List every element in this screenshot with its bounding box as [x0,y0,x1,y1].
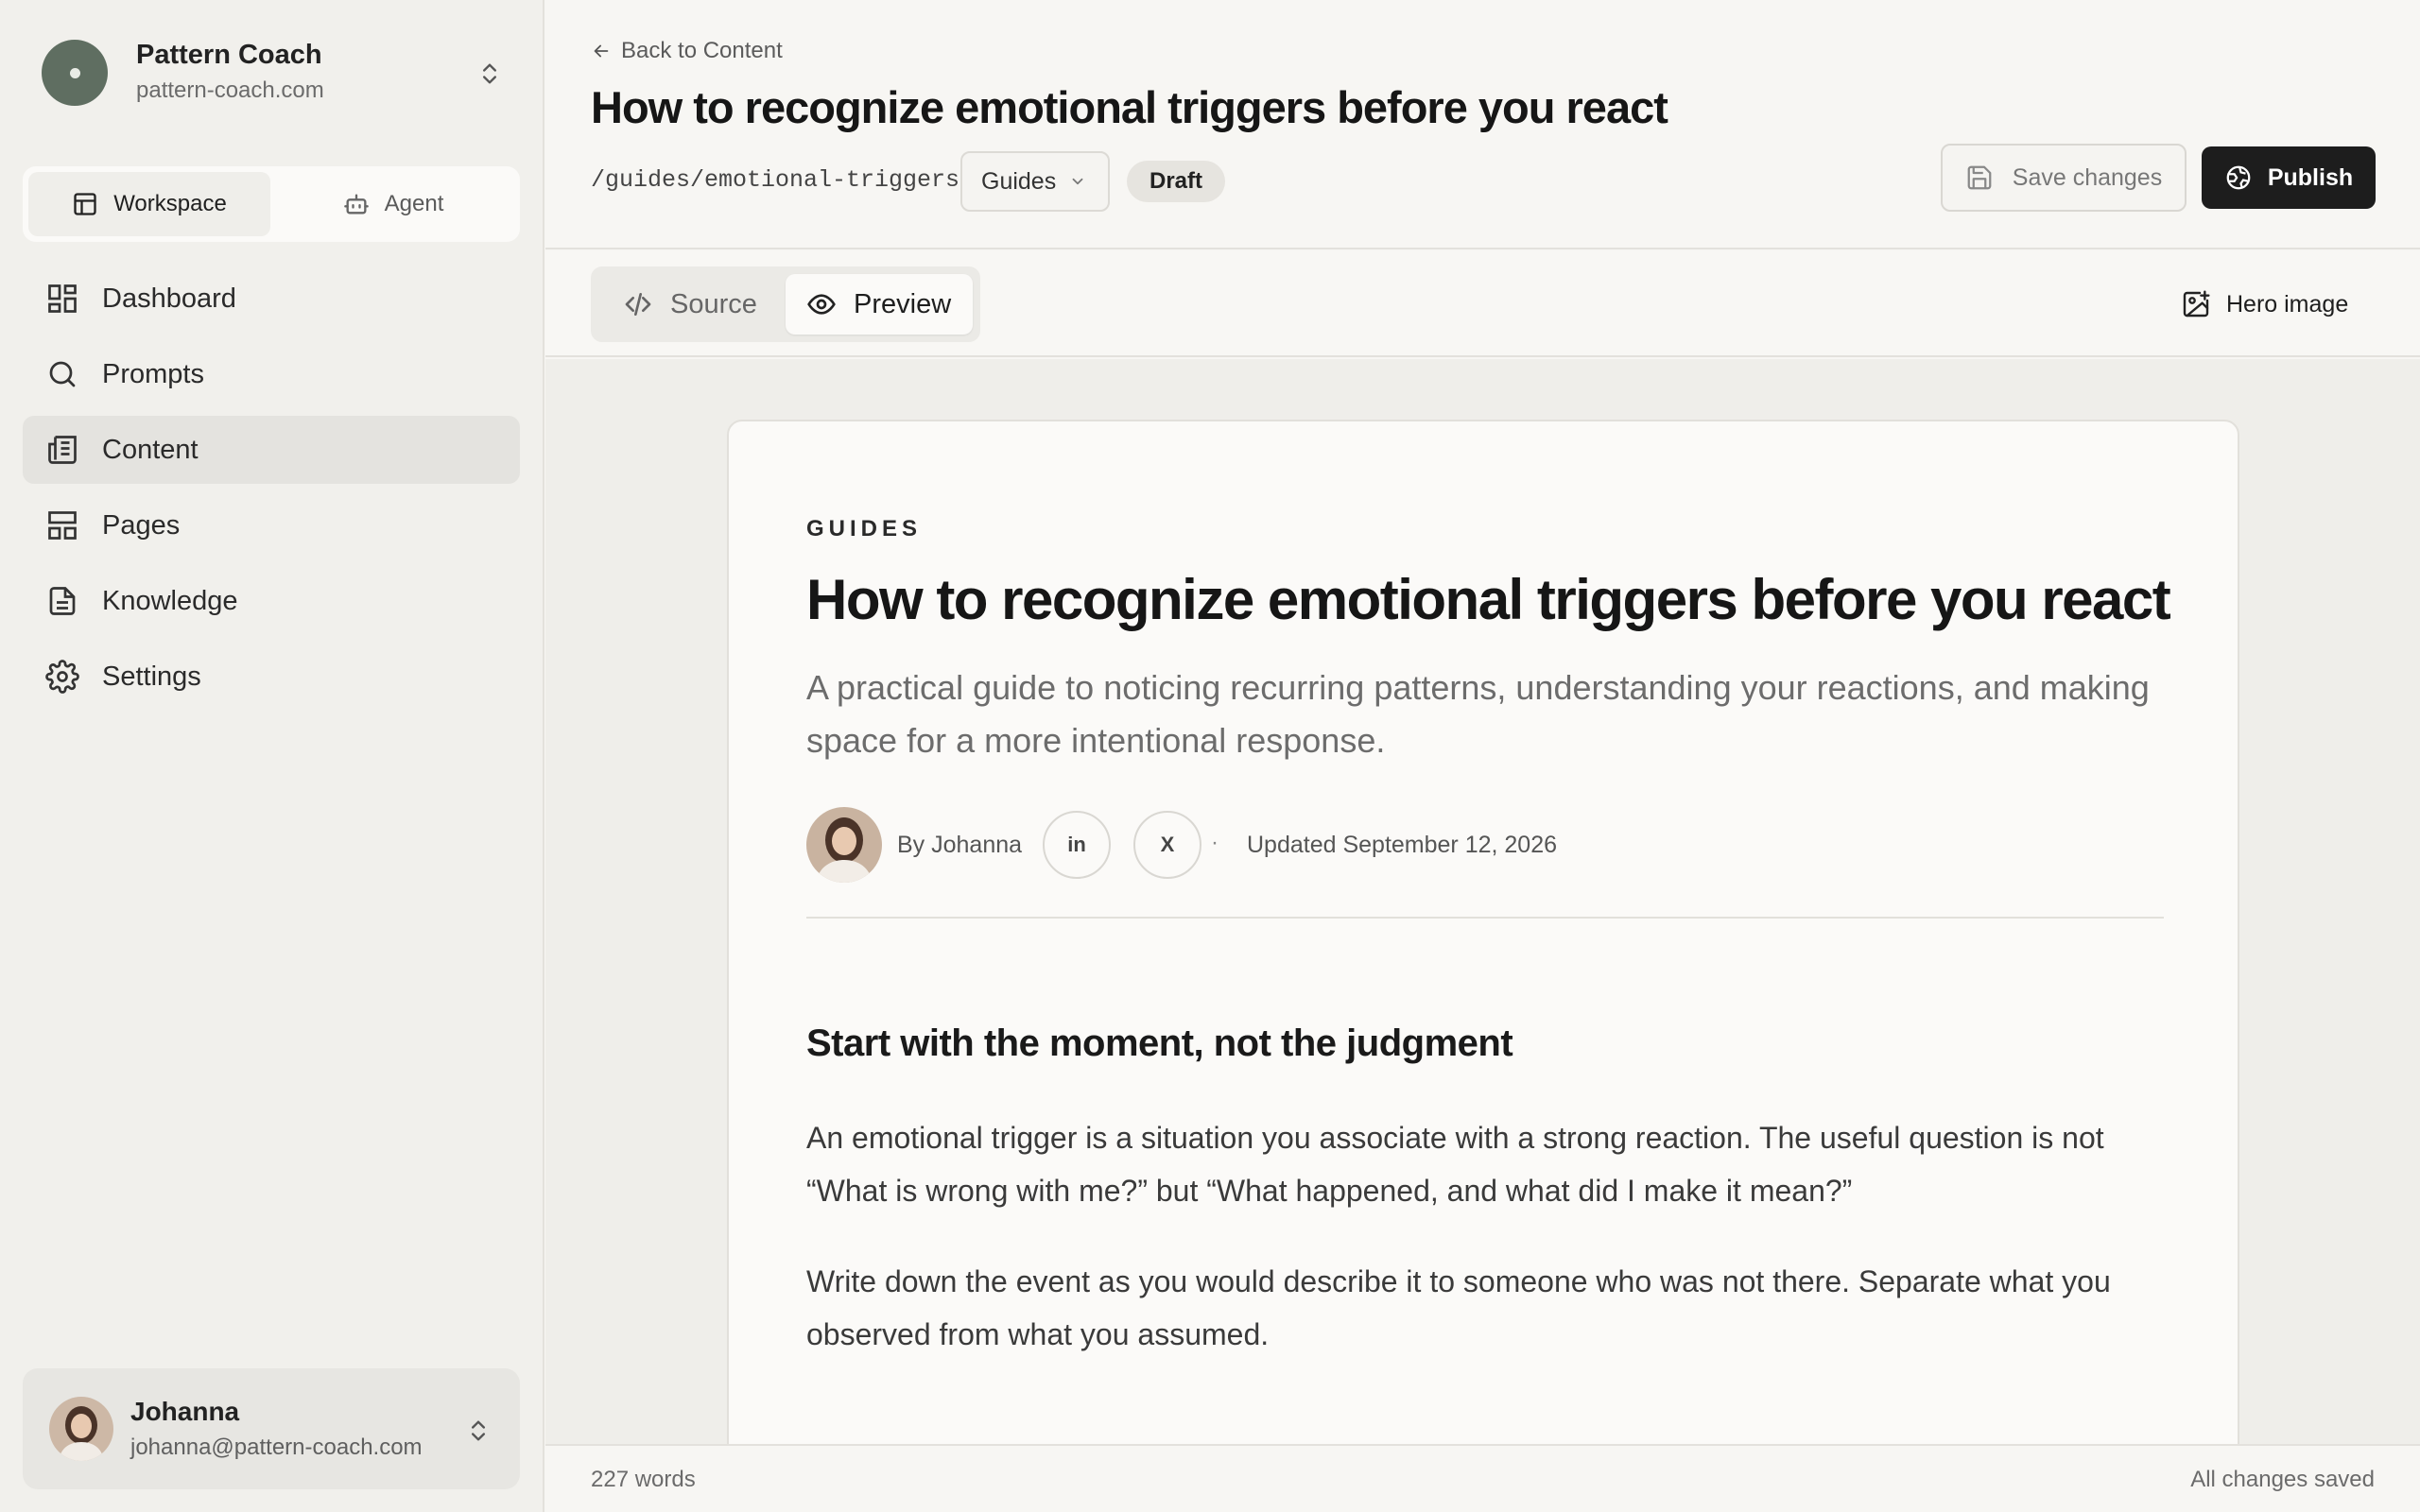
paragraph: An emotional trigger is a situation you … [806,1121,2104,1208]
article-preview: GUIDES How to recognize emotional trigge… [727,420,2239,1444]
globe-icon [2226,165,2251,190]
word-count: 227 words [591,1467,696,1492]
sidebar-item-label: Dashboard [102,283,236,314]
paragraph: Write down the event as you would descri… [806,1264,2111,1351]
save-status: All changes saved [2190,1467,2375,1492]
editor-header: Back to Content How to recognize emotion… [545,0,2420,249]
layout-icon [48,511,77,540]
code-icon [625,293,651,316]
gear-icon [45,660,79,694]
search-icon [49,361,76,387]
workspace-tab-label: Workspace [113,191,227,216]
preview-tab-label: Preview [854,288,952,319]
editor-toolbar: Source Preview Hero image [545,251,2420,357]
eye-icon [807,294,836,315]
hero-image-label: Hero image [2226,290,2349,318]
agent-tab[interactable]: Agent [272,172,514,236]
byline: By Johanna in X · Updated September 12, … [806,807,2168,883]
avatar [49,1397,113,1461]
chevron-down-icon [1072,178,1083,185]
save-button-label: Save changes [2012,163,2163,191]
sidebar: Pattern Coach pattern-coach.com Workspac… [0,0,544,1512]
org-switcher[interactable]: Pattern Coach pattern-coach.com [42,38,514,106]
workspace-agent-switcher: Workspace Agent [23,166,520,242]
sidebar-item-dashboard[interactable]: Dashboard [23,265,520,333]
article-subtitle: A practical guide to noticing recurring … [806,668,2150,760]
bot-icon [343,194,369,215]
slug: /guides/emotional-triggers [591,166,960,194]
publish-button[interactable]: Publish [2202,146,2376,209]
sidebar-item-knowledge[interactable]: Knowledge [23,567,520,635]
page-title: How to recognize emotional triggers befo… [591,82,1668,132]
org-domain: pattern-coach.com [136,77,324,103]
updated-date: Updated September 12, 2026 [1247,832,1558,858]
sidebar-item-label: Settings [102,661,201,692]
back-link[interactable]: Back to Content [591,38,783,64]
sidebar-item-label: Pages [102,509,181,541]
status-badge: Draft [1127,161,1225,202]
sidebar-item-label: Prompts [102,358,204,389]
preview-tab[interactable]: Preview [786,274,973,335]
user-menu[interactable]: Johanna johanna@pattern-coach.com [23,1368,520,1489]
status-bar: 227 words All changes saved [545,1444,2420,1512]
main-area: Back to Content How to recognize emotion… [545,0,2420,1512]
article-category: GUIDES [806,516,923,541]
author-avatar [806,807,882,883]
back-link-label: Back to Content [621,38,783,63]
org-name: Pattern Coach [136,40,322,70]
sidebar-item-prompts[interactable]: Prompts [23,340,520,408]
layout-icon [74,193,96,215]
dashboard-icon [48,284,77,313]
section-heading: Start with the moment, not the judgment [806,1022,1513,1064]
sidebar-item-content[interactable]: Content [23,416,520,484]
hero-image-button[interactable]: Hero image [2181,284,2348,325]
author-name: By Johanna [897,832,1023,858]
chevron-up-down-icon [482,63,496,84]
category-select[interactable]: Guides [960,151,1110,212]
category-value: Guides [981,167,1057,195]
sidebar-item-settings[interactable]: Settings [23,643,520,711]
sidebar-item-label: Content [102,434,199,465]
sidebar-nav: Dashboard Prompts Content Pages Knowledg… [23,265,520,718]
document-icon [49,587,76,615]
agent-tab-label: Agent [384,191,444,216]
sidebar-item-pages[interactable]: Pages [23,491,520,559]
image-plus-icon [2183,290,2210,318]
divider [806,917,2164,919]
chevron-up-down-icon [472,1420,485,1441]
source-tab-label: Source [670,288,757,319]
view-toggle: Source Preview [591,266,980,342]
linkedin-link[interactable]: in [1043,811,1111,879]
source-tab[interactable]: Source [595,274,780,335]
publish-button-label: Publish [2267,163,2354,191]
article-title: How to recognize emotional triggers befo… [806,568,2171,631]
newspaper-icon [48,436,77,464]
save-button[interactable]: Save changes [1941,144,2187,212]
preview-canvas[interactable]: GUIDES How to recognize emotional trigge… [545,359,2420,1444]
x-link[interactable]: X [1133,811,1201,879]
org-logo [42,40,108,106]
arrow-left-icon [594,44,609,58]
sidebar-item-label: Knowledge [102,585,238,616]
user-email: johanna@pattern-coach.com [130,1435,423,1460]
separator-dot: · [1211,830,1219,855]
save-icon [1967,165,1992,190]
user-name: Johanna [130,1397,240,1426]
workspace-tab[interactable]: Workspace [28,172,270,236]
